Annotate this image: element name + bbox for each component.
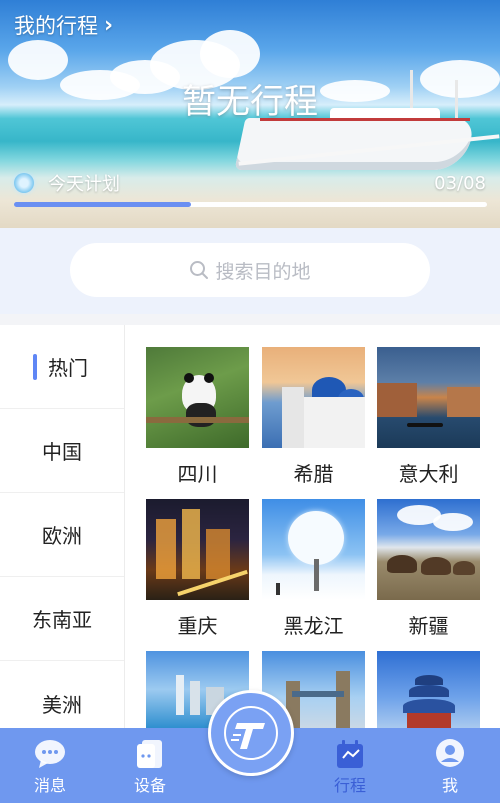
- search-area: 搜索目的地: [0, 228, 500, 314]
- tab-me[interactable]: 我: [410, 728, 490, 803]
- category-label: 热门: [48, 356, 88, 380]
- camel-photo: [377, 499, 480, 600]
- panda-photo: [146, 347, 249, 448]
- category-southeast-asia[interactable]: 东南亚: [0, 577, 124, 661]
- calendar-icon: [337, 740, 363, 768]
- destination-label: 新疆: [408, 614, 449, 638]
- hero-banner: 我的行程 › 暂无行程 今天计划 03/08: [0, 0, 500, 228]
- tab-trips[interactable]: 行程: [310, 728, 390, 803]
- destination-card-greece[interactable]: 希腊: [262, 347, 365, 487]
- category-label: 美洲: [42, 692, 82, 717]
- destination-card-xinjiang[interactable]: 新疆: [377, 499, 480, 639]
- destination-card-beijing[interactable]: [377, 651, 480, 728]
- destination-label: 重庆: [177, 614, 218, 638]
- category-label: 欧洲: [42, 524, 82, 548]
- plan-count: 03/08: [434, 172, 486, 194]
- destination-label: 意大利: [398, 462, 459, 486]
- today-plan-row: 今天计划 03/08: [14, 170, 486, 196]
- category-sidebar: 热门 中国 欧洲 东南亚 美洲: [0, 325, 125, 728]
- venice-photo: [377, 347, 480, 448]
- destination-card-heilongjiang[interactable]: 黑龙江: [262, 499, 365, 639]
- destination-label: 四川: [177, 462, 218, 486]
- tab-messages[interactable]: 消息: [10, 728, 90, 803]
- app-logo-icon: [224, 706, 278, 760]
- search-icon: [190, 261, 209, 279]
- category-europe[interactable]: 欧洲: [0, 493, 124, 577]
- category-china[interactable]: 中国: [0, 409, 124, 493]
- my-trip-link[interactable]: 我的行程 ›: [14, 10, 113, 40]
- trip-status-title: 暂无行程: [182, 82, 318, 122]
- plan-progress-bar: [14, 202, 487, 207]
- destination-card-sichuan[interactable]: 四川: [146, 347, 249, 487]
- category-label: 中国: [42, 440, 82, 464]
- tab-label: 行程: [333, 776, 366, 795]
- temple-of-heaven-photo: [377, 651, 480, 728]
- plan-dot-icon: [14, 173, 34, 193]
- tab-label: 消息: [33, 776, 66, 795]
- tab-label: 我: [441, 776, 458, 795]
- category-label: 东南亚: [32, 608, 92, 632]
- plan-label: 今天计划: [48, 174, 120, 195]
- plan-progress-fill: [14, 202, 192, 207]
- destination-card-italy[interactable]: 意大利: [377, 347, 480, 487]
- category-hot[interactable]: 热门: [0, 325, 124, 409]
- my-trip-label: 我的行程: [14, 14, 98, 38]
- tab-label: 设备: [133, 776, 166, 795]
- destination-card-chongqing[interactable]: 重庆: [146, 499, 249, 639]
- chevron-right-icon: ›: [104, 12, 114, 38]
- tab-devices[interactable]: 设备: [110, 728, 190, 803]
- search-input[interactable]: 搜索目的地: [70, 243, 430, 297]
- search-placeholder: 搜索目的地: [215, 260, 311, 283]
- chongqing-night-photo: [146, 499, 249, 600]
- profile-icon: [436, 739, 464, 767]
- device-icon: [137, 740, 162, 768]
- santorini-photo: [262, 347, 365, 448]
- destination-browser: 热门 中国 欧洲 东南亚 美洲 四川 希腊 意大利 重庆 黑龙江 新疆: [0, 325, 500, 728]
- snow-tree-photo: [262, 499, 365, 600]
- chat-icon: [35, 740, 65, 768]
- destination-label: 黑龙江: [283, 614, 344, 638]
- destination-label: 希腊: [293, 462, 334, 486]
- center-action-button[interactable]: [208, 690, 294, 776]
